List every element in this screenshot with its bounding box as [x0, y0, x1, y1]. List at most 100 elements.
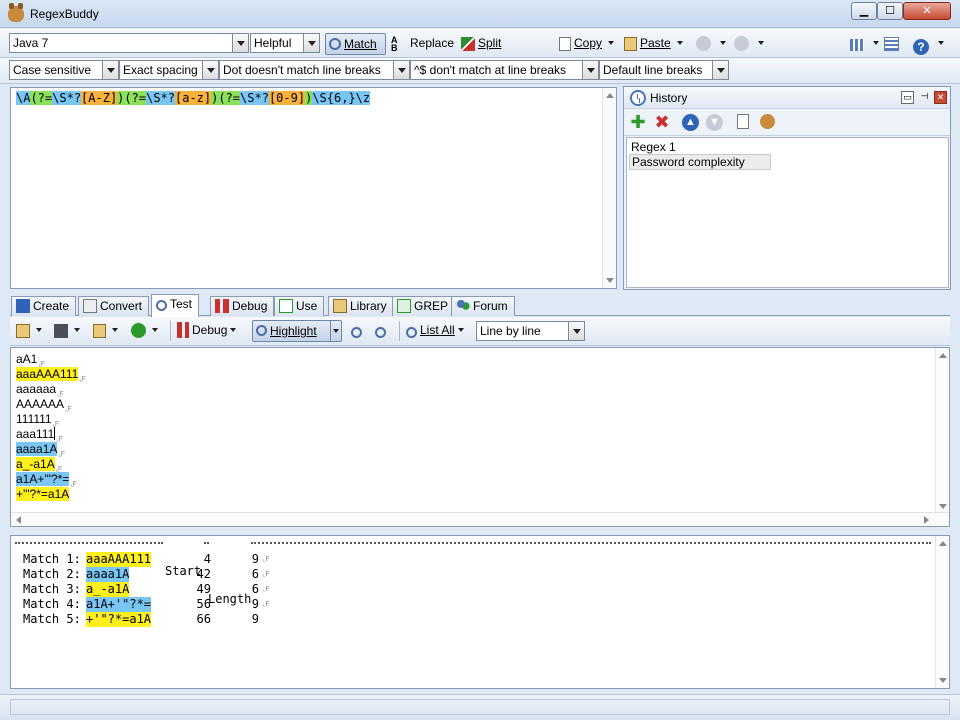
- match-row[interactable]: Match 1: aaaAAA111 4 9 ⌞F: [23, 552, 323, 567]
- refresh-button[interactable]: [128, 320, 161, 342]
- open-file-button[interactable]: [13, 320, 45, 342]
- chevron-down-icon[interactable]: [102, 61, 118, 79]
- save-button[interactable]: [51, 320, 83, 342]
- caret-select[interactable]: ^$ don't match at line breaks: [410, 60, 599, 80]
- flavor-select[interactable]: Java 7: [9, 33, 249, 53]
- match-length: 9: [251, 552, 259, 566]
- spacing-select[interactable]: Exact spacing: [119, 60, 219, 80]
- scroll-up-icon[interactable]: [939, 541, 947, 546]
- close-button[interactable]: ✕: [903, 2, 951, 20]
- regexbuddy-icon[interactable]: [760, 114, 775, 129]
- regex-token-quant[interactable]: \S*?: [146, 91, 175, 105]
- previous-match-button[interactable]: [348, 320, 368, 342]
- pin-icon[interactable]: ⊣: [918, 91, 931, 104]
- chevron-down-icon[interactable]: [712, 61, 728, 79]
- panels-button[interactable]: [881, 33, 905, 55]
- tab-create[interactable]: Create: [11, 296, 77, 316]
- scroll-down-icon[interactable]: [939, 678, 947, 683]
- match-text: aaaa1A: [86, 567, 130, 582]
- match-label: Match: [344, 37, 377, 51]
- chevron-down-icon[interactable]: [582, 61, 598, 79]
- history-item[interactable]: Regex 1: [629, 140, 678, 154]
- regex-token-quant[interactable]: \S*?: [240, 91, 269, 105]
- dot-select[interactable]: Dot doesn't match line breaks: [219, 60, 410, 80]
- regex-token-group[interactable]: (?=: [124, 91, 147, 105]
- scroll-up-icon[interactable]: [606, 93, 614, 98]
- tab-label: Forum: [473, 299, 508, 313]
- regex-editor[interactable]: \A(?=\S*?[A-Z])(?=\S*?[a-z])(?=\S*?[0-9]…: [10, 87, 617, 289]
- add-icon[interactable]: ✚: [629, 113, 647, 132]
- next-match-button[interactable]: [372, 320, 392, 342]
- chevron-down-icon[interactable]: [393, 61, 409, 79]
- move-up-icon[interactable]: ▲: [682, 114, 699, 131]
- tab-use[interactable]: Use: [274, 296, 325, 316]
- layout-button[interactable]: [847, 33, 882, 55]
- highlight-button[interactable]: Highlight: [252, 320, 342, 342]
- match-row[interactable]: Match 3: a_-a1A 49 6 ⌞F: [23, 582, 323, 597]
- helpful-select[interactable]: Helpful: [250, 33, 320, 53]
- move-down-icon[interactable]: ▼: [706, 114, 723, 131]
- test-vertical-scrollbar[interactable]: [935, 348, 949, 514]
- new-file-icon[interactable]: [737, 114, 749, 129]
- tab-forum[interactable]: Forum: [451, 296, 515, 316]
- tab-grep[interactable]: GREP: [392, 296, 456, 316]
- regex-token-quant[interactable]: \S*?: [52, 91, 82, 105]
- minimize-button[interactable]: ▁: [851, 2, 877, 20]
- linebreaks-select[interactable]: Default line breaks: [599, 60, 729, 80]
- regex-token-anchor[interactable]: \A: [16, 91, 31, 105]
- clipboard-button[interactable]: [90, 320, 121, 342]
- close-panel-icon[interactable]: ✕: [934, 91, 947, 104]
- copy-button[interactable]: Copy: [556, 33, 617, 55]
- test-subject-editor[interactable]: aA1⌞F aaaAAA111⌞F aaaaaa⌞F AAAAAA⌞F 111111⌞F…: [10, 347, 950, 527]
- tab-test[interactable]: Test: [151, 294, 200, 317]
- scroll-down-icon[interactable]: [606, 278, 614, 283]
- delete-icon[interactable]: ✖: [653, 113, 671, 132]
- history-header: History ▭ ⊣ ✕: [624, 87, 950, 109]
- chevron-down-icon[interactable]: [568, 322, 584, 340]
- results-scrollbar[interactable]: [935, 536, 949, 688]
- match-row[interactable]: Match 2: aaaa1A 42 6 ⌞F: [23, 567, 323, 582]
- forum-icon: [456, 299, 470, 313]
- regex-text[interactable]: \A(?=\S*?[A-Z])(?=\S*?[a-z])(?=\S*?[0-9]…: [16, 90, 371, 106]
- regex-token-group[interactable]: (?=: [30, 91, 53, 105]
- chevron-down-icon[interactable]: [303, 34, 319, 52]
- history-item-selected[interactable]: Password complexity: [629, 154, 771, 170]
- test-line-text: aA1: [16, 352, 38, 366]
- redo-button[interactable]: [731, 33, 767, 55]
- scroll-down-icon[interactable]: [939, 504, 947, 509]
- test-line[interactable]: +'"?*=a1A: [16, 487, 70, 501]
- regex-token-group[interactable]: (?=: [218, 91, 241, 105]
- regex-scrollbar[interactable]: [602, 88, 616, 288]
- maximize-button[interactable]: ☐: [877, 2, 903, 20]
- undo-button[interactable]: [693, 33, 729, 55]
- scroll-left-icon[interactable]: [16, 516, 21, 524]
- chevron-down-icon[interactable]: [202, 61, 218, 79]
- tab-debug[interactable]: Debug: [210, 296, 275, 316]
- line-break-marker-icon: ⌞F: [79, 376, 85, 383]
- regex-token-class[interactable]: [A-Z]: [81, 91, 118, 105]
- replace-button[interactable]: A B Replace: [388, 33, 457, 55]
- regex-token-anchor[interactable]: \z: [355, 91, 371, 105]
- chevron-down-icon: [333, 329, 339, 333]
- match-row[interactable]: Match 4: a1A+'"?*= 56 9 ⌞F: [23, 597, 323, 612]
- match-row[interactable]: Match 5: +'"?*=a1A 66 9: [23, 612, 323, 627]
- test-horizontal-scrollbar[interactable]: [11, 512, 949, 526]
- split-button[interactable]: Split: [458, 33, 504, 55]
- debug-button[interactable]: Debug: [174, 320, 239, 342]
- regex-token-class[interactable]: [0-9]: [268, 91, 306, 105]
- line-mode-select[interactable]: Line by line: [476, 321, 585, 341]
- list-all-button[interactable]: List All: [403, 320, 467, 342]
- case-select[interactable]: Case sensitive: [9, 60, 119, 80]
- highlight-dropdown[interactable]: [330, 321, 341, 341]
- paste-button[interactable]: Paste: [621, 33, 686, 55]
- regex-token-class[interactable]: [a-z]: [175, 91, 212, 105]
- tab-library[interactable]: Library: [328, 296, 394, 316]
- scroll-up-icon[interactable]: [939, 353, 947, 358]
- help-button[interactable]: ?: [910, 33, 947, 55]
- restore-panel-icon[interactable]: ▭: [901, 91, 914, 104]
- regex-token-quant[interactable]: \S{6,}: [312, 91, 356, 105]
- chevron-down-icon[interactable]: [232, 34, 248, 52]
- tab-convert[interactable]: Convert: [78, 296, 150, 316]
- match-button[interactable]: Match: [325, 33, 386, 55]
- scroll-right-icon[interactable]: [924, 516, 929, 524]
